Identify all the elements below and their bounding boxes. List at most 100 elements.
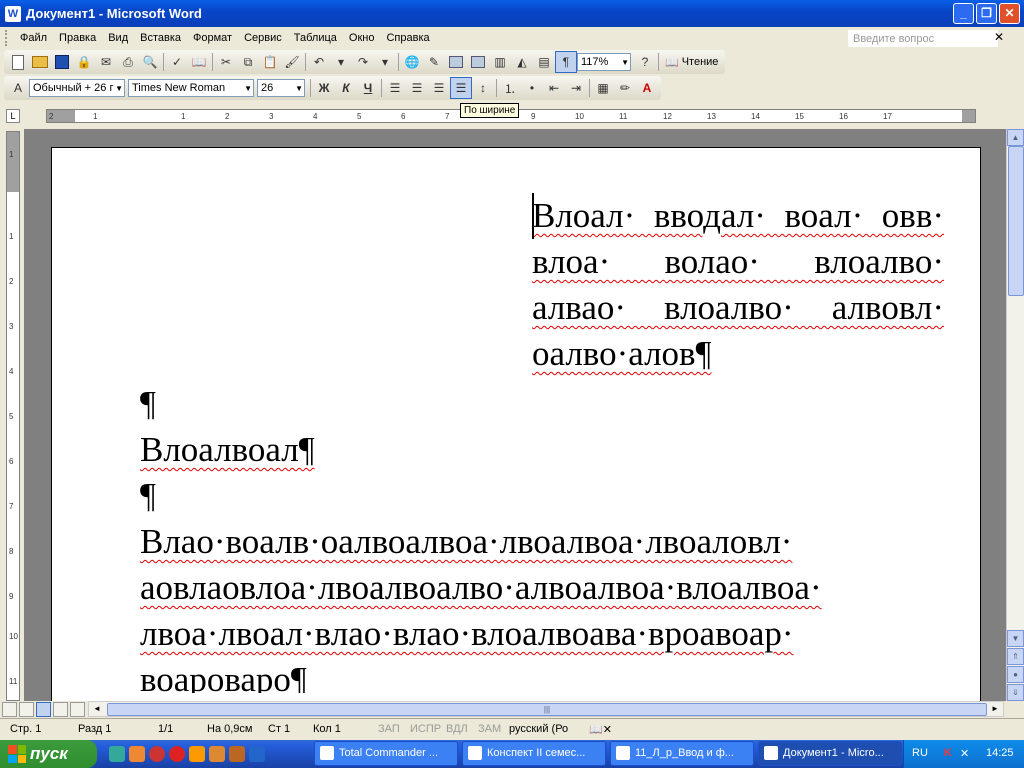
help-icon[interactable]: ?	[634, 51, 656, 73]
font-color-icon[interactable]: A	[636, 77, 658, 99]
format-painter-icon[interactable]: 🖌	[281, 51, 303, 73]
prev-page-icon[interactable]: ⇑	[1007, 648, 1024, 665]
align-justify-icon[interactable]: ☰	[450, 77, 472, 99]
web-view-icon[interactable]	[19, 702, 34, 717]
empty-paragraph[interactable]: ¶	[140, 381, 156, 427]
document-map-icon[interactable]: ▤	[533, 51, 555, 73]
ask-question-input[interactable]: Введите вопрос	[848, 30, 998, 47]
start-button[interactable]: пуск	[0, 740, 97, 768]
drawing-icon[interactable]: ◭	[511, 51, 533, 73]
email-icon[interactable]: ✉	[95, 51, 117, 73]
increase-indent-icon[interactable]: ⇥	[565, 77, 587, 99]
scroll-right-icon[interactable]: ►	[987, 702, 1003, 716]
tab-selector[interactable]: L	[6, 109, 20, 123]
copy-icon[interactable]: ⧉	[237, 51, 259, 73]
underline-button[interactable]: Ч	[357, 77, 379, 99]
zoom-select[interactable]: 117% ▼	[577, 53, 631, 71]
insert-table-icon[interactable]	[445, 51, 467, 73]
print-icon[interactable]: ⎙	[117, 51, 139, 73]
save-icon[interactable]	[51, 51, 73, 73]
opera-icon[interactable]	[149, 746, 165, 762]
insert-excel-icon[interactable]	[467, 51, 489, 73]
research-icon[interactable]: 📖	[188, 51, 210, 73]
scroll-left-icon[interactable]: ◄	[89, 702, 105, 716]
taskbar-task[interactable]: 11_Л_р_Ввод и ф...	[610, 741, 754, 766]
redo-dropdown-icon[interactable]: ▾	[374, 51, 396, 73]
minimize-button[interactable]: _	[953, 3, 974, 24]
quicklaunch-icon[interactable]	[229, 746, 245, 762]
volume-icon[interactable]: ✕	[960, 747, 969, 760]
styles-pane-icon[interactable]: A	[7, 77, 29, 99]
menu-tools[interactable]: Сервис	[238, 27, 288, 49]
menu-format[interactable]: Формат	[187, 27, 238, 49]
status-trk[interactable]: ИСПР	[410, 723, 441, 735]
quicklaunch-icon[interactable]	[109, 746, 125, 762]
antivirus-icon[interactable]: K	[944, 747, 952, 759]
highlight-icon[interactable]: ✏	[614, 77, 636, 99]
new-document-icon[interactable]	[7, 51, 29, 73]
status-rec[interactable]: ЗАП	[378, 723, 400, 735]
menu-table[interactable]: Таблица	[288, 27, 343, 49]
bullets-icon[interactable]: •	[521, 77, 543, 99]
font-select[interactable]: Times New Roman ▼	[128, 79, 254, 97]
decrease-indent-icon[interactable]: ⇤	[543, 77, 565, 99]
show-hide-pilcrow-icon[interactable]: ¶	[555, 51, 577, 73]
align-center-icon[interactable]: ☰	[406, 77, 428, 99]
hscroll-thumb[interactable]: |||	[107, 703, 987, 716]
undo-icon[interactable]: ↶	[308, 51, 330, 73]
language-indicator[interactable]: RU	[912, 747, 928, 759]
read-mode-button[interactable]: 📖 Чтение	[661, 56, 722, 69]
taskbar-task[interactable]: Total Commander ...	[314, 741, 458, 766]
paragraph-2[interactable]: Влоалвоал¶	[140, 427, 315, 473]
status-ext[interactable]: ВДЛ	[446, 723, 468, 735]
print-layout-icon[interactable]	[36, 702, 51, 717]
quicklaunch-icon[interactable]	[169, 746, 185, 762]
maximize-button[interactable]: ❐	[976, 3, 997, 24]
menu-file[interactable]: Файл	[14, 27, 53, 49]
hyperlink-icon[interactable]: 🌐	[401, 51, 423, 73]
taskbar-task[interactable]: Конспект II семес...	[462, 741, 606, 766]
print-preview-icon[interactable]: 🔍	[139, 51, 161, 73]
scroll-up-icon[interactable]: ▲	[1007, 129, 1024, 146]
cut-icon[interactable]: ✂	[215, 51, 237, 73]
menu-window[interactable]: Окно	[343, 27, 381, 49]
menu-edit[interactable]: Правка	[53, 27, 102, 49]
open-icon[interactable]	[29, 51, 51, 73]
align-left-icon[interactable]: ☰	[384, 77, 406, 99]
tables-borders-icon[interactable]: ✎	[423, 51, 445, 73]
spelling-icon[interactable]: ✓	[166, 51, 188, 73]
quicklaunch-icon[interactable]	[249, 746, 265, 762]
quicklaunch-icon[interactable]	[209, 746, 225, 762]
menu-view[interactable]: Вид	[102, 27, 134, 49]
style-select[interactable]: Обычный + 26 г ▼	[29, 79, 125, 97]
align-right-icon[interactable]: ☰	[428, 77, 450, 99]
outline-view-icon[interactable]	[53, 702, 68, 717]
next-page-icon[interactable]: ⇓	[1007, 684, 1024, 701]
word-app-icon[interactable]: W	[5, 5, 21, 22]
menu-insert[interactable]: Вставка	[134, 27, 187, 49]
undo-dropdown-icon[interactable]: ▾	[330, 51, 352, 73]
bold-button[interactable]: Ж	[313, 77, 335, 99]
reading-view-icon[interactable]	[70, 702, 85, 717]
permission-icon[interactable]: 🔒	[73, 51, 95, 73]
borders-icon[interactable]: ▦	[592, 77, 614, 99]
numbering-icon[interactable]: ⒈	[499, 77, 521, 99]
browse-object-icon[interactable]: ●	[1007, 666, 1024, 683]
italic-button[interactable]: К	[335, 77, 357, 99]
quicklaunch-icon[interactable]	[129, 746, 145, 762]
vertical-scrollbar[interactable]: ▲ ▼ ⇑ ● ⇓	[1006, 129, 1024, 701]
scroll-down-icon[interactable]: ▼	[1007, 630, 1024, 647]
menu-help[interactable]: Справка	[380, 27, 435, 49]
menu-grip[interactable]	[5, 30, 8, 46]
spelling-status-icon[interactable]: 📖✕	[589, 723, 612, 736]
quicklaunch-icon[interactable]	[189, 746, 205, 762]
empty-paragraph[interactable]: ¶	[140, 473, 156, 519]
scroll-thumb[interactable]	[1008, 146, 1024, 296]
redo-icon[interactable]: ↷	[352, 51, 374, 73]
taskbar-task-active[interactable]: Документ1 - Micro...	[758, 741, 902, 766]
horizontal-scrollbar[interactable]: ◄ ||| ►	[88, 701, 1004, 717]
doc-close-icon[interactable]: ✕	[994, 30, 1004, 44]
paragraph-1[interactable]: Влоал· вводал· воал· овв· влоа· волао· в…	[532, 193, 944, 377]
status-ovr[interactable]: ЗАМ	[478, 723, 501, 735]
close-button[interactable]: ✕	[999, 3, 1020, 24]
